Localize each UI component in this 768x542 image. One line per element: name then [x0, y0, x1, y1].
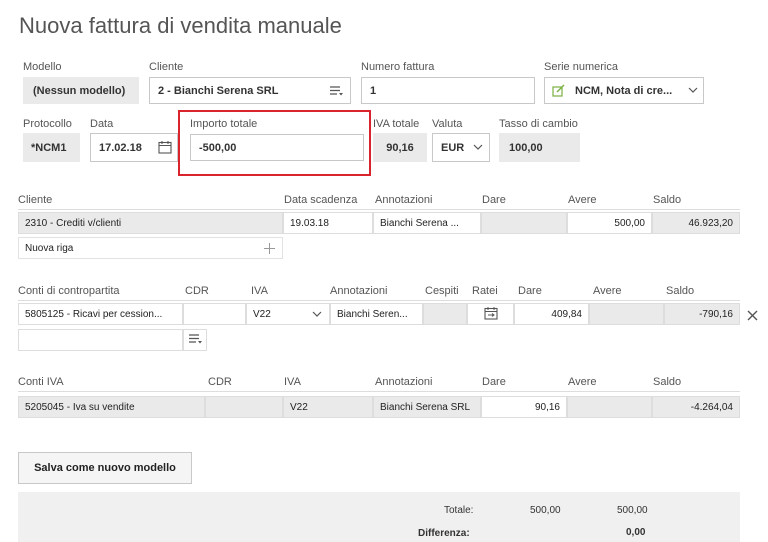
col-header-dare: Dare [482, 194, 506, 206]
annotazioni-cell[interactable]: Bianchi Serena ... [373, 212, 481, 234]
ratei-cell[interactable] [467, 303, 514, 325]
col-header-cespiti: Cespiti [425, 285, 459, 297]
chevron-down-icon[interactable] [686, 83, 700, 97]
col-header-dare: Dare [518, 285, 542, 297]
cliente-list-icon[interactable] [326, 82, 346, 99]
col-header-annotazioni: Annotazioni [330, 285, 388, 297]
col-header-saldo: Saldo [653, 376, 682, 388]
iva-conto-cell[interactable]: 5205045 - Iva su vendite [18, 396, 205, 418]
importo-totale-value: -500,00 [199, 141, 237, 154]
iva-avere-cell[interactable] [567, 396, 652, 418]
contropartita-cdr-cell[interactable] [183, 303, 246, 325]
col-header-conti-iva: Conti IVA [18, 376, 64, 388]
iva-annotazioni-cell[interactable]: Bianchi Serena SRL [373, 396, 481, 418]
tasso-cambio-value: 100,00 [509, 141, 543, 154]
serie-numerica-label: Serie numerica [544, 61, 618, 73]
col-header-avere: Avere [568, 376, 597, 388]
contropartita-annotazioni-cell[interactable]: Bianchi Seren... [330, 303, 423, 325]
contropartita-conto-cell[interactable]: 5805125 - Ricavi per cession... [18, 303, 183, 325]
totale-dare-value: 500,00 [530, 505, 561, 516]
cliente-field[interactable]: 2 - Bianchi Serena SRL [149, 77, 351, 104]
protocollo-label: Protocollo [23, 118, 72, 130]
salva-nuovo-modello-button[interactable]: Salva come nuovo modello [18, 452, 192, 484]
page-title: Nuova fattura di vendita manuale [19, 13, 342, 38]
modello-value: (Nessun modello) [33, 84, 126, 97]
data-value: 17.02.18 [99, 141, 142, 154]
col-header-annotazioni: Annotazioni [375, 376, 433, 388]
modello-label: Modello [23, 61, 62, 73]
valuta-value: EUR [441, 141, 465, 154]
numero-fattura-label: Numero fattura [361, 61, 435, 73]
iva-totale-label: IVA totale [373, 118, 420, 130]
protocollo-value: *NCM1 [31, 141, 67, 154]
differenza-value: 0,00 [626, 527, 646, 538]
close-icon[interactable] [745, 308, 759, 322]
iva-dare-cell[interactable]: 90,16 [481, 396, 567, 418]
numero-fattura-value: 1 [370, 84, 377, 97]
iva-codice-cell[interactable]: V22 [283, 396, 373, 418]
tasso-cambio-label: Tasso di cambio [499, 118, 578, 130]
nuova-riga-row[interactable]: Nuova riga [18, 237, 283, 259]
serie-numerica-select[interactable]: NCM, Nota di cre... [544, 77, 704, 104]
iva-saldo-cell: -4.264,04 [652, 396, 740, 418]
serie-numerica-value: NCM, Nota di cre... [575, 84, 673, 97]
col-header-saldo: Saldo [653, 194, 682, 206]
data-label: Data [90, 118, 114, 130]
edit-icon [551, 83, 567, 98]
protocollo-field: *NCM1 [23, 133, 80, 162]
divider [18, 300, 740, 301]
contropartita-saldo-cell: -790,16 [664, 303, 740, 325]
differenza-label: Differenza: [418, 528, 470, 539]
ratei-calendar-icon[interactable] [483, 306, 498, 323]
iva-chevron-down-icon[interactable] [311, 309, 323, 319]
dare-cell[interactable] [481, 212, 567, 234]
totale-label: Totale: [444, 505, 474, 516]
col-header-saldo: Saldo [666, 285, 695, 297]
contropartita-avere-cell[interactable] [589, 303, 664, 325]
contropartita-list-button[interactable] [183, 329, 207, 351]
col-header-iva: IVA [284, 376, 301, 388]
list-icon[interactable] [188, 333, 202, 348]
totale-avere-value: 500,00 [617, 505, 648, 516]
divider [18, 209, 740, 210]
avere-cell[interactable]: 500,00 [567, 212, 652, 234]
col-header-cliente: Cliente [18, 194, 53, 206]
plus-icon[interactable] [262, 241, 276, 255]
data-scadenza-cell[interactable]: 19.03.18 [283, 212, 373, 234]
numero-fattura-input[interactable]: 1 [361, 77, 535, 104]
tasso-cambio-field[interactable]: 100,00 [499, 133, 580, 162]
col-header-avere: Avere [593, 285, 622, 297]
nuova-riga-label: Nuova riga [25, 242, 74, 254]
iva-totale-value: 90,16 [386, 141, 414, 154]
cespiti-cell[interactable] [423, 303, 467, 325]
cliente-conto-cell[interactable]: 2310 - Crediti v/clienti [18, 212, 283, 234]
divider [18, 391, 740, 392]
col-header-avere: Avere [568, 194, 597, 206]
cliente-label: Cliente [149, 61, 184, 73]
col-header-dare: Dare [482, 376, 506, 388]
col-header-iva: IVA [251, 285, 268, 297]
cliente-value: 2 - Bianchi Serena SRL [158, 84, 279, 97]
contropartita-dare-cell[interactable]: 409,84 [514, 303, 589, 325]
valuta-chevron-down-icon[interactable] [471, 141, 485, 153]
col-header-annotazioni: Annotazioni [375, 194, 433, 206]
importo-totale-input[interactable]: -500,00 [190, 134, 364, 161]
col-header-data-scadenza: Data scadenza [284, 194, 358, 206]
iva-totale-field: 90,16 [373, 133, 427, 162]
col-header-ratei: Ratei [472, 285, 498, 297]
calendar-icon[interactable] [156, 138, 174, 156]
col-header-cdr: CDR [185, 285, 209, 297]
contropartita-new-row[interactable] [18, 329, 183, 351]
col-header-cdr: CDR [208, 376, 232, 388]
col-header-conti-contropartita: Conti di contropartita [18, 285, 120, 297]
modello-field[interactable]: (Nessun modello) [23, 77, 139, 104]
valuta-label: Valuta [432, 118, 463, 130]
saldo-cell: 46.923,20 [652, 212, 740, 234]
iva-cdr-cell[interactable] [205, 396, 283, 418]
